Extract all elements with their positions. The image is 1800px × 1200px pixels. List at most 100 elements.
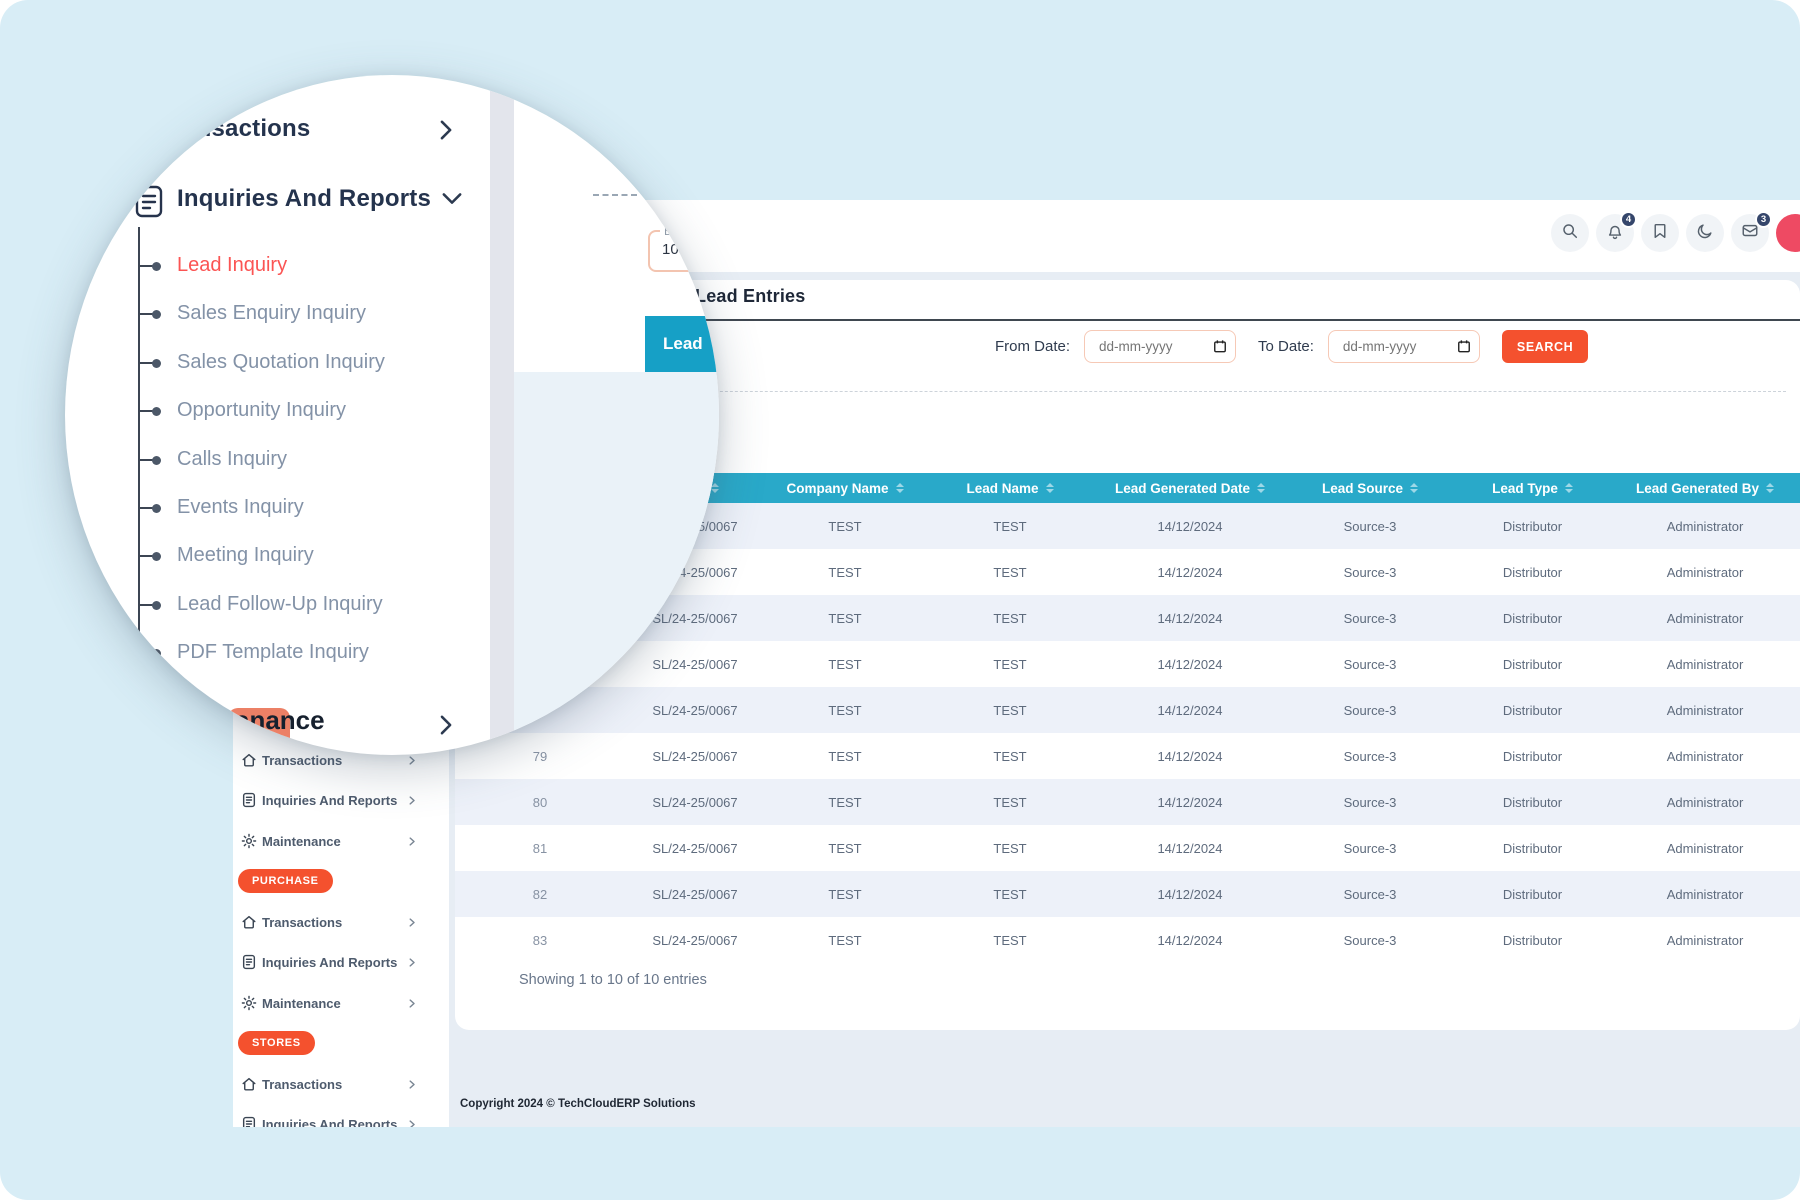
sidebar-item-transactions[interactable]: Transactions <box>233 906 449 938</box>
cell-by: Administrator <box>1610 917 1800 963</box>
cell-code: SL/24-25/0067 <box>625 871 765 917</box>
menu-item-pdf-template-inquiry[interactable]: PDF Template Inquiry <box>177 641 369 664</box>
sidebar-item-inquiries-and-reports[interactable]: Inquiries And Reports <box>233 784 449 816</box>
cell-lead: TEST <box>925 641 1095 687</box>
menu-item-opportunity-inquiry[interactable]: Opportunity Inquiry <box>177 399 346 422</box>
menu-item-sales-enquiry-inquiry[interactable]: Sales Enquiry Inquiry <box>177 302 366 325</box>
cell-company: TEST <box>765 825 925 871</box>
column-header-lead-generated-by[interactable]: Lead Generated By <box>1610 473 1800 503</box>
cell-lead: TEST <box>925 687 1095 733</box>
column-header-lead-generated-date[interactable]: Lead Generated Date <box>1095 473 1285 503</box>
document-icon <box>239 792 259 808</box>
cell-by: Administrator <box>1610 687 1800 733</box>
magnifier-overlay: Enquiry 10 Lead Transactions Inquiries A… <box>65 75 719 755</box>
bell-button[interactable]: 4 <box>1596 214 1634 252</box>
menu-item-lead-inquiry[interactable]: Lead Inquiry <box>177 254 287 277</box>
menu-item-calls-inquiry[interactable]: Calls Inquiry <box>177 448 287 471</box>
cell-source: Source-3 <box>1285 825 1455 871</box>
home-icon <box>239 1076 259 1092</box>
home-icon <box>239 752 259 768</box>
column-header-label: Lead Generated Date <box>1115 481 1250 496</box>
moon-icon <box>1696 222 1714 245</box>
cell-type: Distributor <box>1455 779 1610 825</box>
cell-date: 14/12/2024 <box>1095 503 1285 549</box>
column-header-lead-name[interactable]: Lead Name <box>925 473 1095 503</box>
cell-date: 14/12/2024 <box>1095 779 1285 825</box>
notification-badge: 4 <box>1620 211 1637 228</box>
chevron-right-icon <box>439 120 454 140</box>
document-icon <box>239 954 259 970</box>
cell-type: Distributor <box>1455 687 1610 733</box>
cell-code: SL/24-25/0067 <box>625 779 765 825</box>
menu-item-lead-follow-up-inquiry[interactable]: Lead Follow-Up Inquiry <box>177 593 383 616</box>
menu-item-transactions[interactable]: Transactions <box>160 115 310 143</box>
sidebar-item-maintenance[interactable]: Maintenance <box>233 825 449 857</box>
column-header-lead-type[interactable]: Lead Type <box>1455 473 1610 503</box>
dashed-separator <box>655 391 1786 392</box>
sidebar-item-label: Inquiries And Reports <box>262 1117 397 1128</box>
cell-by: Administrator <box>1610 871 1800 917</box>
topbar-actions: 43 <box>1551 214 1790 252</box>
sidebar-item-maintenance[interactable]: Maintenance <box>233 987 449 1019</box>
app-canvas: Transactions Inquiries And Reports Mainten… <box>0 0 1800 1200</box>
menu-item-sales-quotation-inquiry[interactable]: Sales Quotation Inquiry <box>177 351 385 374</box>
to-date-field <box>1328 330 1480 363</box>
table-row[interactable]: 82SL/24-25/0067TESTTEST14/12/2024Source-… <box>455 871 1800 917</box>
bookmark-button[interactable] <box>1641 214 1679 252</box>
sidebar-item-inquiries-and-reports[interactable]: Inquiries And Reports <box>233 946 449 978</box>
chevron-right-icon <box>408 918 417 927</box>
sidebar-item-inquiries-and-reports[interactable]: Inquiries And Reports <box>233 1108 449 1127</box>
cell-lead: TEST <box>925 733 1095 779</box>
cell-lead: TEST <box>925 825 1095 871</box>
cell-lead: TEST <box>925 595 1095 641</box>
cell-source: Source-3 <box>1285 687 1455 733</box>
moon-button[interactable] <box>1686 214 1724 252</box>
search-button[interactable] <box>1551 214 1589 252</box>
column-header-label: Lead Source <box>1322 481 1403 496</box>
calendar-icon <box>1213 339 1227 353</box>
column-header-label: Lead Type <box>1492 481 1558 496</box>
cell-source: Source-3 <box>1285 595 1455 641</box>
cell-by: Administrator <box>1610 779 1800 825</box>
menu-item-events-inquiry[interactable]: Events Inquiry <box>177 496 304 519</box>
copyright: Copyright 2024 © TechCloudERP Solutions <box>460 1098 696 1110</box>
column-header-lead-source[interactable]: Lead Source <box>1285 473 1455 503</box>
menu-item-meeting-inquiry[interactable]: Meeting Inquiry <box>177 544 314 567</box>
enquiry-input[interactable]: Enquiry 10 <box>648 230 719 272</box>
section-badge-stores: STORES <box>238 1031 315 1055</box>
bookmark-icon <box>1651 222 1669 245</box>
cell-lead: TEST <box>925 871 1095 917</box>
table-row[interactable]: 81SL/24-25/0067TESTTEST14/12/2024Source-… <box>455 825 1800 871</box>
sidebar-item-transactions[interactable]: Transactions <box>233 1068 449 1100</box>
cell-by: Administrator <box>1610 549 1800 595</box>
user-avatar[interactable] <box>1776 214 1800 252</box>
chevron-right-icon <box>408 1120 417 1128</box>
column-header-label: Lead Name <box>966 481 1038 496</box>
chevron-down-icon <box>442 192 462 206</box>
cell-type: Distributor <box>1455 871 1610 917</box>
cell-source: Source-3 <box>1285 641 1455 687</box>
sidebar-item-label: Transactions <box>262 753 342 768</box>
search-button[interactable]: SEARCH <box>1502 330 1588 363</box>
cell-by: Administrator <box>1610 503 1800 549</box>
cell-company: TEST <box>765 503 925 549</box>
menu-item-bullet <box>152 504 161 513</box>
cell-date: 14/12/2024 <box>1095 687 1285 733</box>
sort-icon <box>1565 483 1573 493</box>
cell-type: Distributor <box>1455 641 1610 687</box>
cell-company: TEST <box>765 595 925 641</box>
cell-date: 14/12/2024 <box>1095 733 1285 779</box>
sidebar-scrollbar[interactable] <box>490 75 514 755</box>
sort-icon <box>1046 483 1054 493</box>
menu-tree-line <box>138 227 140 657</box>
table-row[interactable]: 80SL/24-25/0067TESTTEST14/12/2024Source-… <box>455 779 1800 825</box>
table-row[interactable]: 83SL/24-25/0067TESTTEST14/12/2024Source-… <box>455 917 1800 963</box>
column-header-company-name[interactable]: Company Name <box>765 473 925 503</box>
menu-item-maintenance-partial[interactable]: anance <box>235 705 325 736</box>
cell-company: TEST <box>765 687 925 733</box>
cell-date: 14/12/2024 <box>1095 549 1285 595</box>
section-badge-purchase: PURCHASE <box>238 869 333 893</box>
tab-lead[interactable]: Lead <box>645 316 719 372</box>
chat-button[interactable]: 3 <box>1731 214 1769 252</box>
menu-item-inquiries-and-reports[interactable]: Inquiries And Reports <box>177 185 431 213</box>
